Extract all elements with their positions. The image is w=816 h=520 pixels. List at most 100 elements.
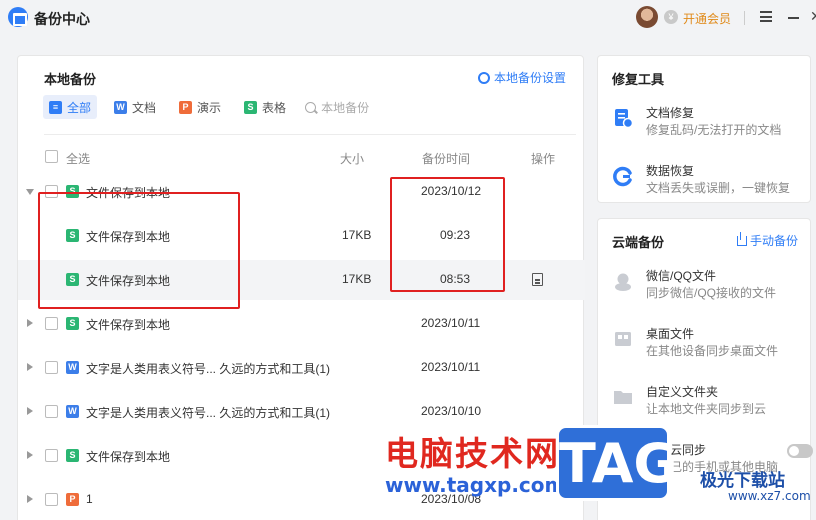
- chevron-right-icon[interactable]: [27, 495, 33, 503]
- annotation-box-names: [38, 192, 240, 309]
- column-backup-time: 备份时间: [422, 152, 471, 166]
- local-backup-settings-link[interactable]: 本地备份设置: [477, 69, 566, 86]
- table-row[interactable]: W 文字是人类用表义符号... 久远的方式和工具(1) 2023/10/10: [18, 392, 585, 432]
- manual-backup-label: 手动备份: [749, 234, 798, 248]
- repair-item-name: 数据恢复: [646, 164, 695, 178]
- file-size: 17KB: [342, 228, 372, 242]
- manual-backup-button[interactable]: 手动备份: [736, 231, 798, 249]
- doc-file-icon: W: [114, 100, 128, 114]
- search-input[interactable]: 本地备份: [305, 99, 369, 116]
- table-row[interactable]: W 文字是人类用表义符号... 久远的方式和工具(1) 2023/10/11: [18, 348, 585, 388]
- filter-tab-label: 演示: [197, 100, 222, 115]
- vip-icon: ¥: [664, 10, 678, 24]
- cloud-backup-title: 云端备份: [612, 235, 665, 250]
- xls-file-icon: S: [66, 317, 79, 330]
- backup-time: 2023/10/11: [421, 316, 481, 330]
- row-checkbox[interactable]: [45, 317, 58, 330]
- search-placeholder: 本地备份: [321, 100, 370, 115]
- table-header: 全选 大小 备份时间 操作: [18, 146, 585, 168]
- backup-time: 2023/10/11: [421, 360, 481, 374]
- row-checkbox[interactable]: [45, 493, 58, 506]
- watermark-site-cn: 电脑技术网: [385, 434, 560, 473]
- select-all-checkbox[interactable]: [45, 150, 58, 163]
- ppt-file-icon: P: [66, 493, 79, 506]
- minimize-icon[interactable]: [788, 17, 799, 19]
- filter-tab-all[interactable]: ≡ 全部: [43, 95, 98, 119]
- doc-repair-icon: [615, 109, 634, 129]
- repair-tools-title: 修复工具: [612, 72, 665, 87]
- ppt-file-icon: P: [179, 100, 193, 114]
- xls-file-icon: S: [244, 100, 258, 114]
- doc-file-icon: W: [66, 405, 79, 418]
- app-title: 备份中心: [34, 11, 90, 27]
- annotation-box-times: [390, 177, 505, 292]
- watermark-tag-logo: TAG: [556, 425, 678, 501]
- gear-icon: [477, 71, 490, 84]
- column-size: 大小: [340, 152, 365, 166]
- app-logo-icon: [8, 7, 28, 27]
- file-name: 1: [86, 492, 93, 506]
- chevron-down-icon[interactable]: [26, 189, 34, 195]
- filter-tabs: ≡ 全部 W 文档 P 演示 S 表格 本地备份: [43, 94, 369, 120]
- search-icon: [305, 101, 317, 113]
- cloud-item-desc: 让本地文件夹同步到云: [646, 402, 767, 416]
- file-name: 文件保存到本地: [86, 318, 171, 332]
- filter-tab-doc[interactable]: W 文档: [108, 95, 162, 119]
- repair-tools-panel: 修复工具 文档修复 修复乱码/无法打开的文档 数据恢复 文档丢失或误删，一键恢复: [597, 55, 811, 203]
- vip-button[interactable]: 开通会员: [683, 10, 731, 27]
- avatar[interactable]: [636, 6, 658, 28]
- cloud-item-name: 自定义文件夹: [646, 385, 719, 399]
- chevron-right-icon[interactable]: [27, 319, 33, 327]
- chevron-right-icon[interactable]: [27, 363, 33, 371]
- cloud-item-desc: 同步微信/QQ接收的文件: [646, 286, 777, 300]
- all-file-icon: ≡: [49, 100, 62, 114]
- titlebar-divider: [744, 11, 745, 25]
- chevron-right-icon[interactable]: [27, 451, 33, 459]
- watermark-xz-url: www.xz7.com: [728, 489, 811, 503]
- menu-icon[interactable]: [760, 11, 772, 22]
- settings-label: 本地备份设置: [493, 71, 566, 85]
- repair-item-desc: 修复乱码/无法打开的文档: [646, 123, 782, 137]
- cloud-item-folder[interactable]: 自定义文件夹 让本地文件夹同步到云: [612, 380, 802, 420]
- data-recovery-icon: [613, 166, 632, 187]
- divider: [44, 134, 576, 135]
- backup-time: 2023/10/10: [421, 404, 482, 418]
- file-size: 17KB: [342, 272, 372, 286]
- close-icon[interactable]: ✕: [810, 8, 816, 25]
- doc-file-icon: W: [66, 361, 79, 374]
- filter-tab-label: 全部: [67, 100, 92, 115]
- row-checkbox[interactable]: [45, 405, 58, 418]
- table-row[interactable]: S 文件保存到本地 2023/10/11: [18, 304, 585, 344]
- cloud-item-desktop[interactable]: 桌面文件 在其他设备同步桌面文件: [612, 322, 802, 362]
- folder-icon: [614, 391, 632, 404]
- cloud-item-name: 微信/QQ文件: [646, 269, 717, 283]
- filter-tab-xls[interactable]: S 表格: [238, 95, 292, 119]
- cloud-item-chat[interactable]: 微信/QQ文件 同步微信/QQ接收的文件: [612, 264, 802, 304]
- watermark-xz-name: 极光下载站: [700, 471, 785, 491]
- column-action: 操作: [531, 152, 556, 166]
- repair-item-desc: 文档丢失或误删，一键恢复: [646, 181, 791, 195]
- repair-item-name: 文档修复: [646, 106, 695, 120]
- local-backup-title: 本地备份: [44, 72, 97, 87]
- desktop-icon: [615, 332, 631, 346]
- sync-toggle[interactable]: [787, 444, 813, 458]
- filter-tab-label: 表格: [262, 100, 287, 115]
- repair-item-recovery[interactable]: 数据恢复 文档丢失或误删，一键恢复: [612, 159, 802, 199]
- xls-file-icon: S: [66, 449, 79, 462]
- row-checkbox[interactable]: [45, 361, 58, 374]
- filter-tab-label: 文档: [132, 100, 157, 115]
- open-file-icon[interactable]: [532, 273, 543, 286]
- file-name: 文字是人类用表义符号... 久远的方式和工具(1): [86, 406, 331, 420]
- file-name: 文件保存到本地: [86, 450, 171, 464]
- upload-icon: [736, 231, 747, 246]
- chat-icon: [615, 273, 631, 291]
- select-all-label: 全选: [66, 152, 91, 166]
- title-bar: 备份中心 ¥ 开通会员 ✕: [0, 0, 816, 36]
- cloud-item-name: 桌面文件: [646, 327, 695, 341]
- repair-item-doc[interactable]: 文档修复 修复乱码/无法打开的文档: [612, 101, 802, 141]
- cloud-item-desc: 在其他设备同步桌面文件: [646, 344, 779, 358]
- chevron-right-icon[interactable]: [27, 407, 33, 415]
- filter-tab-ppt[interactable]: P 演示: [173, 95, 227, 119]
- watermark-site-url: www.tagxp.com: [385, 473, 566, 497]
- row-checkbox[interactable]: [45, 449, 58, 462]
